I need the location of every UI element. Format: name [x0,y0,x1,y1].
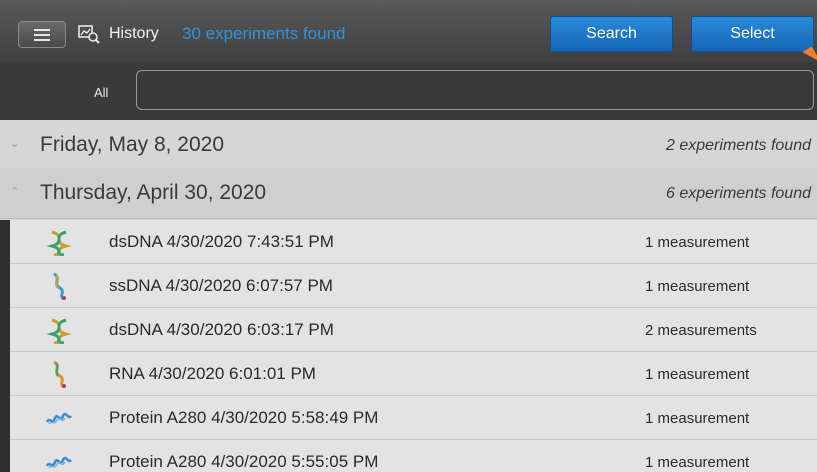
list-item[interactable]: Protein A280 4/30/2020 5:55:05 PM 1 meas… [0,440,817,472]
group-date: Thursday, April 30, 2020 [40,181,267,204]
history-search-icon [78,25,100,44]
protein-icon [46,456,72,469]
dsdna-helix-icon [46,318,72,344]
group-date: Friday, May 8, 2020 [40,133,225,156]
protein-icon [46,412,72,425]
group-count: 6 experiments found [666,185,811,202]
list-item[interactable]: dsDNA 4/30/2020 7:43:51 PM 1 measurement [0,220,817,264]
rna-strand-icon [53,360,66,388]
chevron-down-icon: ⌄ [10,138,20,150]
measurement-count: 1 measurement [645,234,750,251]
select-button[interactable]: Select [691,16,814,52]
experiment-name: dsDNA 4/30/2020 6:03:17 PM [109,320,334,339]
measurement-count: 1 measurement [645,366,750,383]
top-bar: History 30 experiments found Search Sele… [0,0,817,62]
measurement-count: 1 measurement [645,410,750,427]
experiment-name: Protein A280 4/30/2020 5:58:49 PM [109,408,379,427]
experiments-found-count: 30 experiments found [182,24,346,43]
ssdna-strand-icon [53,272,66,300]
list-item[interactable]: Protein A280 4/30/2020 5:58:49 PM 1 meas… [0,396,817,440]
measurement-count: 2 measurements [645,322,757,339]
chevron-up-icon: ⌃ [10,186,20,198]
dsdna-helix-icon [46,230,72,256]
experiment-name: Protein A280 4/30/2020 5:55:05 PM [109,452,379,471]
group-count: 2 experiments found [666,137,811,154]
hamburger-icon [34,28,50,31]
menu-button[interactable] [18,21,66,48]
group-header-april-30[interactable]: ⌃ Thursday, April 30, 2020 6 experiments… [0,168,817,219]
filter-all-label[interactable]: All [94,85,108,100]
page-title: History [109,25,159,42]
experiment-name: dsDNA 4/30/2020 7:43:51 PM [109,232,334,251]
experiment-list: dsDNA 4/30/2020 7:43:51 PM 1 measurement… [0,220,817,472]
measurement-count: 1 measurement [645,454,750,471]
list-item[interactable]: ssDNA 4/30/2020 6:07:57 PM 1 measurement [0,264,817,308]
filter-input[interactable] [136,70,814,110]
measurement-count: 1 measurement [645,278,750,295]
experiment-name: ssDNA 4/30/2020 6:07:57 PM [109,276,333,295]
group-header-may-8[interactable]: ⌄ Friday, May 8, 2020 2 experiments foun… [0,120,817,171]
search-button[interactable]: Search [550,16,673,52]
list-item[interactable]: dsDNA 4/30/2020 6:03:17 PM 2 measurement… [0,308,817,352]
list-item[interactable]: RNA 4/30/2020 6:01:01 PM 1 measurement [0,352,817,396]
experiment-name: RNA 4/30/2020 6:01:01 PM [109,364,316,383]
